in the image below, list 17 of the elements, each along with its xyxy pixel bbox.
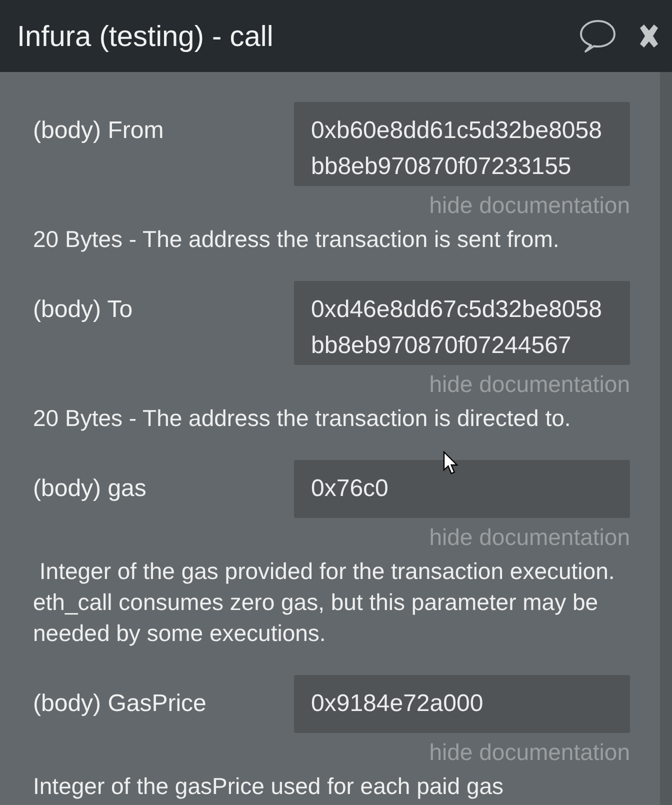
value-field[interactable]: 0x76c0 [294, 460, 630, 518]
value-field[interactable]: 0xb60e8dd61c5d32be8058bb8eb970870f07233155 [294, 102, 630, 186]
comment-icon[interactable] [579, 18, 616, 54]
param-description: 20 Bytes - The address the transaction is directed to. [33, 404, 572, 433]
param-description: 20 Bytes - The address the transaction is sent from. [33, 225, 560, 254]
scrollbar-track[interactable] [660, 72, 672, 805]
window-title: Infura (testing) - call [17, 20, 274, 54]
param-description: Integer of the gasPrice used for each paid gas [33, 772, 505, 801]
close-icon[interactable] [637, 23, 661, 49]
param-label: (body) GasPrice [33, 689, 208, 719]
value-field[interactable]: 0x9184e72a000 [294, 675, 630, 733]
pointer-cursor-icon [443, 451, 459, 475]
param-label: (body) To [33, 295, 134, 325]
value-field[interactable]: 0xd46e8dd67c5d32be8058bb8eb970870f07244567 [294, 281, 630, 365]
param-label: (body) From [33, 116, 165, 146]
param-label: (body) gas [33, 474, 148, 504]
param-description: Integer of the gas provided for the transaction execution. eth_call consumes zero gas, but this parameter may be needed by some executions. [33, 557, 616, 648]
